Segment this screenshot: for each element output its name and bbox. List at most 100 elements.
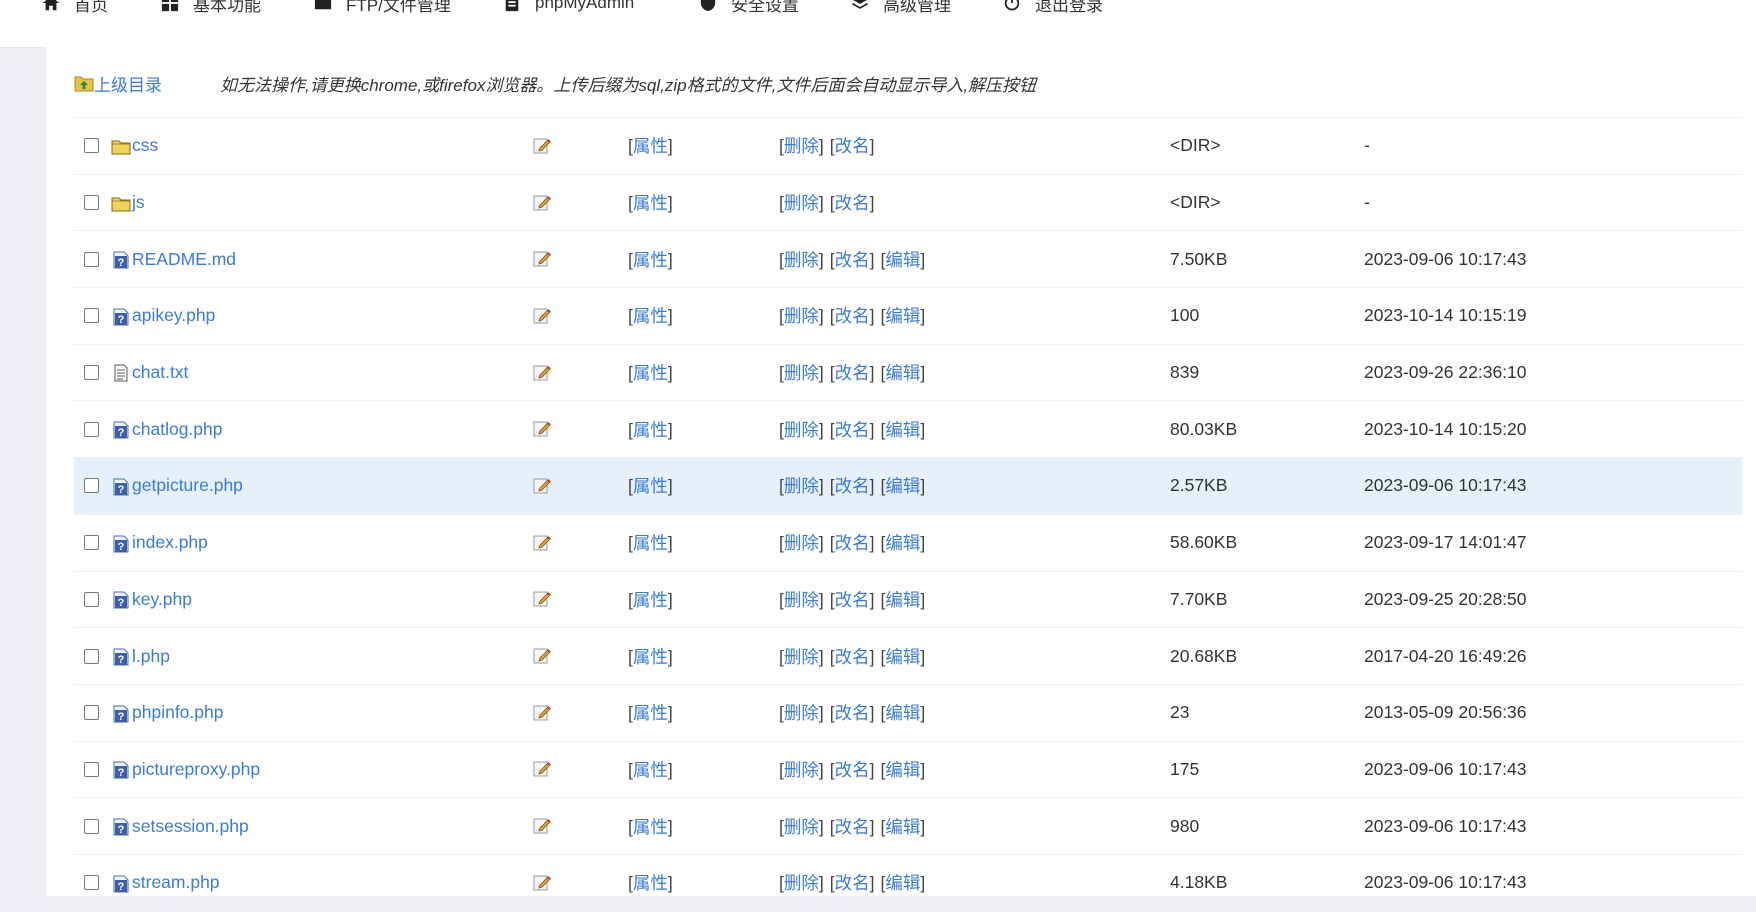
attributes-link[interactable]: [属性] (628, 644, 673, 669)
rename-link[interactable]: [改名] (830, 303, 875, 328)
delete-link[interactable]: [删除] (779, 360, 824, 385)
file-name-link[interactable]: README.md (132, 249, 236, 270)
file-name-link[interactable]: stream.php (132, 872, 220, 893)
attributes-link[interactable]: [属性] (628, 473, 673, 498)
parent-directory-link[interactable]: 上级目录 (74, 71, 162, 96)
edit-file-icon[interactable] (531, 118, 553, 174)
rename-link[interactable]: [改名] (830, 644, 875, 669)
attributes-link[interactable]: [属性] (628, 303, 673, 328)
edit-file-icon[interactable] (531, 628, 553, 684)
edit-file-icon[interactable] (531, 175, 553, 231)
file-checkbox[interactable] (84, 365, 99, 381)
rename-link[interactable]: [改名] (830, 587, 875, 612)
file-name-link[interactable]: apikey.php (132, 305, 215, 326)
edit-file-icon[interactable] (531, 401, 553, 457)
file-checkbox[interactable] (84, 535, 99, 551)
rename-link[interactable]: [改名] (830, 700, 875, 725)
file-checkbox[interactable] (84, 818, 99, 834)
file-checkbox[interactable] (84, 591, 99, 607)
rename-link[interactable]: [改名] (830, 870, 875, 895)
edit-link[interactable]: [编辑] (881, 870, 926, 895)
delete-link[interactable]: [删除] (779, 870, 824, 895)
delete-link[interactable]: [删除] (779, 190, 824, 215)
nav-item-logout[interactable]: 退出登录 (1003, 0, 1103, 16)
edit-file-icon[interactable] (531, 798, 553, 854)
file-checkbox[interactable] (84, 308, 99, 324)
edit-file-icon[interactable] (531, 515, 553, 571)
edit-file-icon[interactable] (531, 288, 553, 344)
edit-link[interactable]: [编辑] (881, 530, 926, 555)
attributes-link[interactable]: [属性] (628, 360, 673, 385)
edit-link[interactable]: [编辑] (881, 700, 926, 725)
nav-item-ftp[interactable]: FTP/文件管理 (314, 0, 451, 16)
edit-file-icon[interactable] (531, 345, 553, 401)
rename-link[interactable]: [改名] (830, 814, 875, 839)
delete-link[interactable]: [删除] (779, 133, 824, 158)
attributes-link[interactable]: [属性] (628, 870, 673, 895)
file-checkbox[interactable] (84, 138, 99, 154)
delete-link[interactable]: [删除] (779, 814, 824, 839)
file-checkbox[interactable] (84, 478, 99, 494)
attributes-link[interactable]: [属性] (628, 133, 673, 158)
delete-link[interactable]: [删除] (779, 247, 824, 272)
file-name-link[interactable]: css (132, 135, 158, 156)
file-name-link[interactable]: pictureproxy.php (132, 759, 260, 780)
file-name-link[interactable]: chatlog.php (132, 419, 223, 440)
rename-link[interactable]: [改名] (830, 190, 875, 215)
file-name-link[interactable]: l.php (132, 646, 170, 667)
file-checkbox[interactable] (84, 705, 99, 721)
file-name-link[interactable]: phpinfo.php (132, 702, 223, 723)
edit-file-icon[interactable] (531, 685, 553, 741)
attributes-link[interactable]: [属性] (628, 587, 673, 612)
nav-item-basic[interactable]: 基本功能 (161, 0, 261, 16)
nav-item-security[interactable]: 安全设置 (699, 0, 799, 16)
rename-link[interactable]: [改名] (830, 417, 875, 442)
file-name-link[interactable]: js (132, 192, 145, 213)
file-checkbox[interactable] (84, 251, 99, 267)
edit-file-icon[interactable] (531, 458, 553, 514)
attributes-link[interactable]: [属性] (628, 814, 673, 839)
rename-link[interactable]: [改名] (830, 360, 875, 385)
file-name-link[interactable]: key.php (132, 589, 192, 610)
file-name-link[interactable]: setsession.php (132, 816, 249, 837)
attributes-link[interactable]: [属性] (628, 700, 673, 725)
attributes-link[interactable]: [属性] (628, 417, 673, 442)
file-checkbox[interactable] (84, 648, 99, 664)
nav-item-phpmyadmin[interactable]: phpMyAdmin (503, 0, 634, 16)
edit-link[interactable]: [编辑] (881, 247, 926, 272)
edit-link[interactable]: [编辑] (881, 360, 926, 385)
delete-link[interactable]: [删除] (779, 473, 824, 498)
delete-link[interactable]: [删除] (779, 417, 824, 442)
attributes-link[interactable]: [属性] (628, 530, 673, 555)
delete-link[interactable]: [删除] (779, 757, 824, 782)
edit-link[interactable]: [编辑] (881, 587, 926, 612)
file-checkbox[interactable] (84, 875, 99, 891)
delete-link[interactable]: [删除] (779, 644, 824, 669)
nav-item-advanced[interactable]: 高级管理 (851, 0, 951, 16)
attributes-link[interactable]: [属性] (628, 757, 673, 782)
edit-link[interactable]: [编辑] (881, 303, 926, 328)
edit-link[interactable]: [编辑] (881, 473, 926, 498)
edit-file-icon[interactable] (531, 572, 553, 628)
delete-link[interactable]: [删除] (779, 587, 824, 612)
rename-link[interactable]: [改名] (830, 133, 875, 158)
edit-file-icon[interactable] (531, 231, 553, 287)
file-checkbox[interactable] (84, 195, 99, 211)
file-name-link[interactable]: index.php (132, 532, 208, 553)
delete-link[interactable]: [删除] (779, 303, 824, 328)
file-name-link[interactable]: chat.txt (132, 362, 188, 383)
edit-link[interactable]: [编辑] (881, 814, 926, 839)
edit-file-icon[interactable] (531, 855, 553, 911)
edit-link[interactable]: [编辑] (881, 644, 926, 669)
file-name-link[interactable]: getpicture.php (132, 475, 243, 496)
rename-link[interactable]: [改名] (830, 247, 875, 272)
delete-link[interactable]: [删除] (779, 530, 824, 555)
file-checkbox[interactable] (84, 421, 99, 437)
edit-file-icon[interactable] (531, 742, 553, 798)
attributes-link[interactable]: [属性] (628, 247, 673, 272)
file-checkbox[interactable] (84, 761, 99, 777)
rename-link[interactable]: [改名] (830, 757, 875, 782)
attributes-link[interactable]: [属性] (628, 190, 673, 215)
edit-link[interactable]: [编辑] (881, 417, 926, 442)
rename-link[interactable]: [改名] (830, 473, 875, 498)
